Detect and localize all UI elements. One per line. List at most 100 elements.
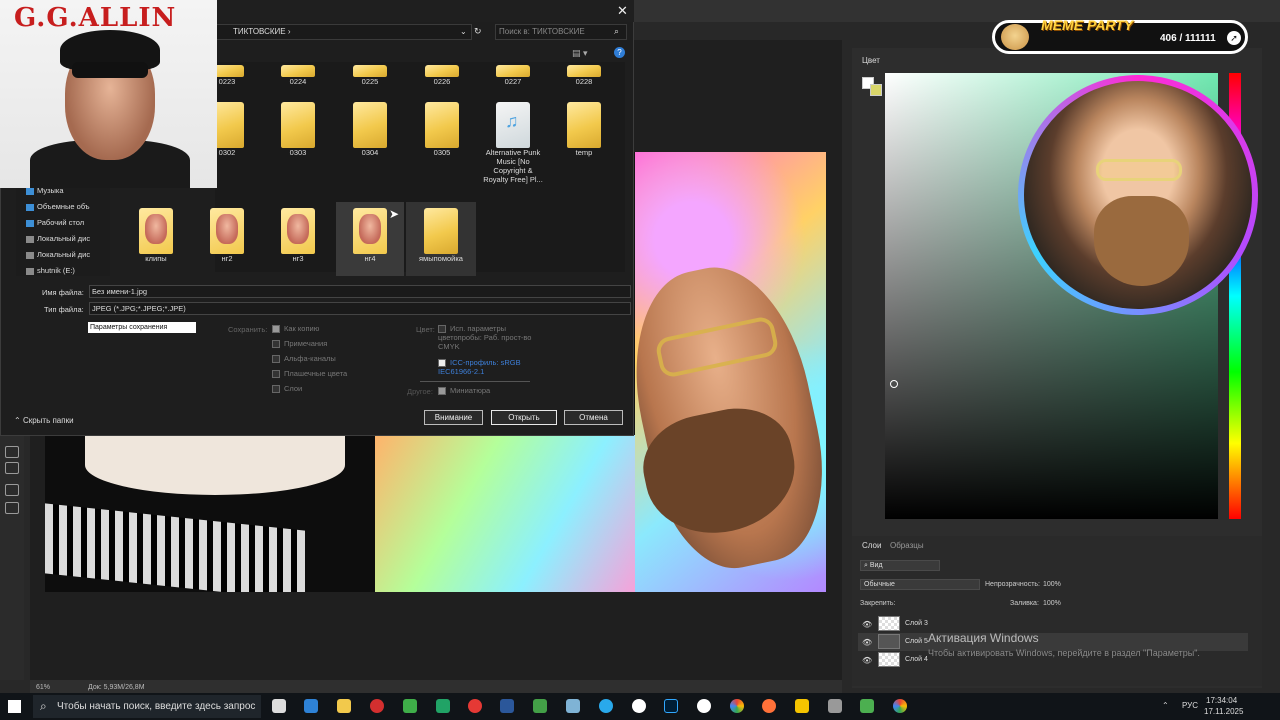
close-icon[interactable]: ✕ bbox=[617, 3, 628, 19]
nav-item-disk-d[interactable]: Локальный дис bbox=[26, 250, 90, 259]
stream-banner: MEME PARTY 406 / 111111 ➚ bbox=[992, 17, 1248, 54]
swap-colors-icon[interactable] bbox=[5, 446, 19, 458]
eye-icon[interactable]: 👁 bbox=[862, 620, 872, 629]
opera-icon[interactable] bbox=[370, 699, 384, 713]
obs-icon[interactable] bbox=[632, 699, 646, 713]
folder-item[interactable]: 0228 bbox=[555, 65, 613, 86]
chrome-icon[interactable] bbox=[893, 699, 907, 713]
address-bar[interactable]: ТИКТОВСКИЕ › bbox=[216, 24, 472, 40]
doc-info[interactable]: Док: 5,93M/26,8M bbox=[88, 684, 145, 691]
taskbar-search-placeholder: Чтобы начать поиск, введите здесь запрос bbox=[57, 701, 256, 712]
eye-icon[interactable]: 👁 bbox=[862, 638, 872, 647]
refresh-icon[interactable]: ↻ bbox=[474, 26, 482, 37]
quick-mask-icon[interactable] bbox=[5, 484, 19, 496]
app-icon[interactable] bbox=[403, 699, 417, 713]
checkbox-proof[interactable]: Исп. параметры цветопробы: Раб. прост-во… bbox=[438, 324, 538, 351]
background-swatch[interactable] bbox=[870, 84, 882, 96]
file-explorer-icon[interactable] bbox=[337, 699, 351, 713]
folder-item[interactable]: ямыпомойка bbox=[406, 202, 476, 276]
photoshop-icon[interactable] bbox=[664, 699, 678, 713]
cancel-button[interactable]: Отмена bbox=[564, 410, 623, 425]
folder-item[interactable]: нг2 bbox=[198, 208, 256, 263]
filename-input[interactable]: Без имени-1.jpg bbox=[89, 285, 631, 298]
app-icon[interactable] bbox=[566, 699, 580, 713]
app-icon[interactable] bbox=[828, 699, 842, 713]
layer-filter-value: Вид bbox=[869, 562, 883, 569]
opera-gx-icon[interactable] bbox=[468, 699, 482, 713]
open-button[interactable]: Открыть bbox=[491, 410, 557, 425]
warning-button[interactable]: Внимание bbox=[424, 410, 483, 425]
folder-icon bbox=[425, 102, 459, 148]
folder-item[interactable]: 0224 bbox=[269, 65, 327, 86]
tab-color[interactable]: Цвет bbox=[862, 56, 880, 65]
taskbar-search-input[interactable]: ⌕ Чтобы начать поиск, введите здесь запр… bbox=[33, 695, 261, 718]
disk-icon bbox=[26, 235, 34, 243]
windows-start-icon[interactable] bbox=[8, 700, 21, 713]
folder-item[interactable]: temp bbox=[555, 102, 613, 157]
fill-value[interactable]: 100% bbox=[1043, 600, 1061, 607]
folder-item[interactable]: нг3 bbox=[269, 208, 327, 263]
app-icon[interactable] bbox=[795, 699, 809, 713]
clock-date[interactable]: 17.11.2025 bbox=[1204, 707, 1243, 716]
checkbox-annotations[interactable]: Примечания bbox=[272, 339, 327, 349]
folder-item[interactable]: 0303 bbox=[269, 102, 327, 157]
folder-item[interactable]: 0304 bbox=[341, 102, 399, 157]
filetype-select[interactable]: JPEG (*.JPG;*.JPEG;*.JPE) bbox=[89, 302, 631, 315]
checkbox-layers[interactable]: Слои bbox=[272, 384, 302, 394]
media-player-icon[interactable] bbox=[533, 699, 547, 713]
nav-item-3d[interactable]: Объемные объ bbox=[26, 202, 90, 211]
layer-filter-select[interactable]: ⌕ Вид bbox=[860, 560, 940, 571]
tab-layers[interactable]: Слои bbox=[862, 541, 881, 550]
hide-folders-toggle[interactable]: ⌃ Скрыть папки bbox=[14, 416, 74, 425]
banner-counter: 406 / 111111 bbox=[1160, 33, 1216, 44]
language-indicator[interactable]: РУС bbox=[1182, 701, 1198, 710]
folder-item[interactable]: 0227 bbox=[484, 65, 542, 86]
checkbox-icc[interactable]: ICC-профиль: sRGB IEC61966-2.1 bbox=[438, 358, 533, 376]
yandex-icon[interactable] bbox=[697, 699, 711, 713]
music-folder-item[interactable]: Alternative Punk Music [No Copyright & R… bbox=[482, 102, 544, 184]
checkbox-spot[interactable]: Плашечные цвета bbox=[272, 369, 347, 379]
tray-chevron-up-icon[interactable]: ⌃ bbox=[1162, 701, 1169, 710]
nav-item-desktop[interactable]: Рабочий стол bbox=[26, 218, 84, 227]
widgets-icon[interactable] bbox=[304, 699, 318, 713]
checkbox-as-copy[interactable]: Как копию bbox=[272, 324, 319, 334]
folder-icon bbox=[139, 208, 173, 254]
nav-item-label: Объемные объ bbox=[37, 202, 90, 211]
zoom-level[interactable]: 61% bbox=[36, 684, 50, 691]
search-input[interactable]: Поиск в: ТИКТОВСКИЕ bbox=[495, 24, 627, 40]
help-icon[interactable]: ? bbox=[614, 47, 625, 58]
folder-item[interactable]: клипы bbox=[127, 208, 185, 263]
layer-row[interactable]: 👁 Слой 3 bbox=[858, 615, 1248, 633]
music-icon bbox=[26, 187, 34, 195]
folder-label: temp bbox=[575, 148, 593, 157]
telegram-icon[interactable] bbox=[599, 699, 613, 713]
view-options-icon[interactable]: ▤ ▾ bbox=[572, 48, 588, 59]
hide-folders-label: Скрыть папки bbox=[22, 416, 74, 425]
chrome-icon[interactable] bbox=[730, 699, 744, 713]
opacity-value[interactable]: 100% bbox=[1043, 581, 1061, 588]
foreground-color-icon[interactable] bbox=[5, 462, 19, 474]
screen-mode-icon[interactable] bbox=[5, 502, 19, 514]
clock-time[interactable]: 17:34:04 bbox=[1206, 696, 1237, 705]
task-view-icon[interactable] bbox=[272, 699, 286, 713]
folder-icon bbox=[425, 65, 459, 77]
firefox-icon[interactable] bbox=[762, 699, 776, 713]
eye-icon[interactable]: 👁 bbox=[862, 656, 872, 665]
nav-item-disk-c[interactable]: Локальный дис bbox=[26, 234, 90, 243]
folder-item[interactable]: 0226 bbox=[413, 65, 471, 86]
color-picker-marker[interactable] bbox=[890, 380, 898, 388]
checkbox-thumbnail[interactable]: Миниатюра bbox=[438, 386, 490, 396]
folder-item[interactable]: 0305 bbox=[413, 102, 471, 157]
app-icon[interactable] bbox=[860, 699, 874, 713]
nav-item-label: shutnik (E:) bbox=[37, 266, 75, 275]
nav-item-disk-e[interactable]: shutnik (E:) bbox=[26, 266, 75, 275]
blend-mode-select[interactable]: Обычные bbox=[860, 579, 980, 590]
word-icon[interactable] bbox=[500, 699, 514, 713]
tab-swatches[interactable]: Образцы bbox=[890, 541, 924, 550]
chevron-down-icon[interactable]: ⌄ bbox=[460, 27, 467, 36]
folder-icon bbox=[567, 102, 601, 148]
breadcrumb[interactable]: ТИКТОВСКИЕ bbox=[233, 27, 286, 36]
checkbox-alpha[interactable]: Альфа-каналы bbox=[272, 354, 336, 364]
excel-icon[interactable] bbox=[436, 699, 450, 713]
folder-item[interactable]: 0225 bbox=[341, 65, 399, 86]
